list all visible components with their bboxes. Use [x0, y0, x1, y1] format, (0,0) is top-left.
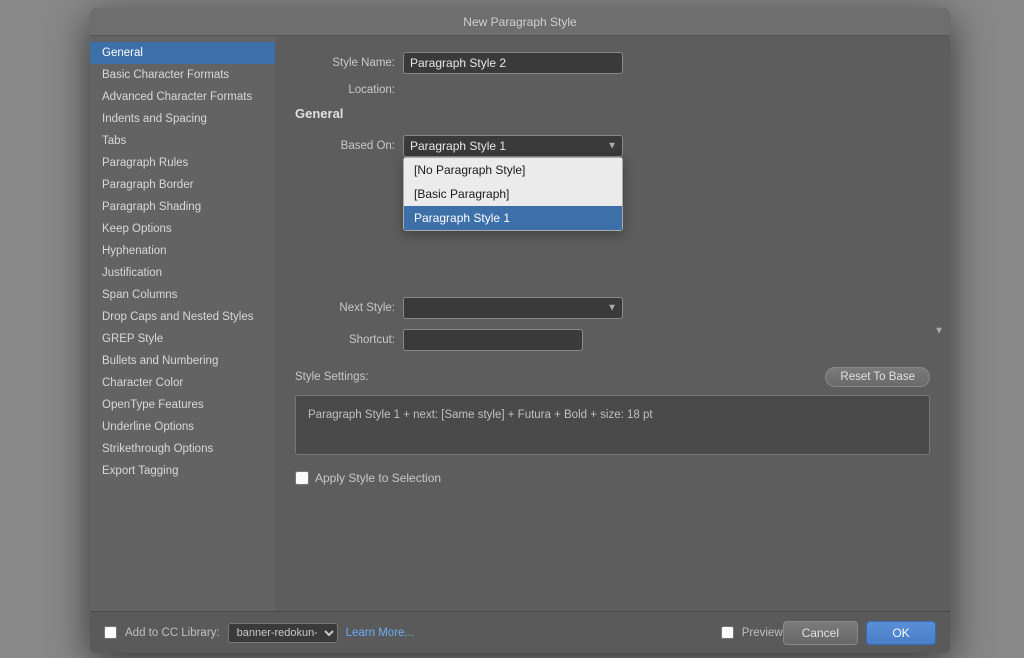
next-style-label: Next Style: [295, 302, 395, 314]
learn-more-link[interactable]: Learn More... [346, 627, 414, 639]
shortcut-row: Shortcut: [295, 329, 930, 351]
general-section-title: General [295, 106, 930, 121]
dropdown-option-no-style[interactable]: [No Paragraph Style] [404, 158, 622, 182]
apply-style-checkbox[interactable] [295, 471, 309, 485]
style-settings-label: Style Settings: [295, 371, 369, 383]
style-settings-header: Style Settings: Reset To Base [295, 367, 930, 387]
style-settings-value: Paragraph Style 1 + next: [Same style] +… [308, 409, 653, 421]
apply-style-label: Apply Style to Selection [315, 471, 441, 485]
sidebar-item-span-columns[interactable]: Span Columns [90, 284, 275, 306]
style-name-row: Style Name: [295, 52, 930, 74]
sidebar-item-para-rules[interactable]: Paragraph Rules [90, 152, 275, 174]
bottom-bar: Add to CC Library: banner-redokun-... ▼ … [90, 611, 950, 653]
location-row: Location: [295, 84, 930, 96]
next-style-dropdown[interactable] [403, 297, 623, 319]
sidebar-item-tabs[interactable]: Tabs [90, 130, 275, 152]
reset-to-base-button[interactable]: Reset To Base [825, 367, 930, 387]
style-settings-box: Paragraph Style 1 + next: [Same style] +… [295, 395, 930, 455]
shortcut-label: Shortcut: [295, 334, 395, 346]
sidebar-item-opentype[interactable]: OpenType Features [90, 394, 275, 416]
sidebar-item-keep-options[interactable]: Keep Options [90, 218, 275, 240]
dialog-title: New Paragraph Style [463, 15, 576, 29]
preview-label: Preview [742, 627, 783, 639]
bottom-right: Cancel OK [783, 621, 936, 645]
sidebar-item-underline[interactable]: Underline Options [90, 416, 275, 438]
style-settings-section: Style Settings: Reset To Base Paragraph … [295, 367, 930, 455]
based-on-dropdown[interactable]: Paragraph Style 1 [403, 135, 623, 157]
based-on-row: Based On: Paragraph Style 1 ▼ [No Paragr… [295, 135, 930, 157]
sidebar-item-export[interactable]: Export Tagging [90, 460, 275, 482]
sidebar-item-para-shading[interactable]: Paragraph Shading [90, 196, 275, 218]
next-style-row: Next Style: ▼ [295, 297, 930, 319]
shortcut-input[interactable] [403, 329, 583, 351]
bottom-left: Add to CC Library: banner-redokun-... ▼ … [104, 623, 721, 643]
library-dropdown[interactable]: banner-redokun-... [228, 623, 338, 643]
sidebar-item-hyphenation[interactable]: Hyphenation [90, 240, 275, 262]
sidebar-item-drop-caps[interactable]: Drop Caps and Nested Styles [90, 306, 275, 328]
add-to-library-checkbox[interactable] [104, 626, 117, 639]
dialog-body: General Basic Character Formats Advanced… [90, 36, 950, 611]
title-bar: New Paragraph Style [90, 8, 950, 36]
dropdown-option-basic[interactable]: [Basic Paragraph] [404, 182, 622, 206]
style-name-input[interactable] [403, 52, 623, 74]
sidebar-item-advanced-char[interactable]: Advanced Character Formats [90, 86, 275, 108]
dropdown-option-style1[interactable]: Paragraph Style 1 [404, 206, 622, 230]
sidebar-item-indents[interactable]: Indents and Spacing [90, 108, 275, 130]
next-style-dropdown-wrapper: ▼ [403, 297, 623, 319]
add-to-library-label: Add to CC Library: [125, 627, 220, 639]
location-label: Location: [295, 84, 395, 96]
ok-button[interactable]: OK [866, 621, 936, 645]
based-on-dropdown-popup: [No Paragraph Style] [Basic Paragraph] P… [403, 157, 623, 231]
new-paragraph-style-dialog: New Paragraph Style General Basic Charac… [90, 8, 950, 653]
sidebar-item-grep[interactable]: GREP Style [90, 328, 275, 350]
sidebar-item-bullets[interactable]: Bullets and Numbering [90, 350, 275, 372]
sidebar-item-basic-char[interactable]: Basic Character Formats [90, 64, 275, 86]
main-panel: Style Name: Location: General Based On: … [275, 36, 950, 611]
apply-style-row: Apply Style to Selection [295, 471, 930, 485]
sidebar-item-para-border[interactable]: Paragraph Border [90, 174, 275, 196]
based-on-label: Based On: [295, 140, 395, 152]
preview-checkbox[interactable] [721, 626, 734, 639]
sidebar: General Basic Character Formats Advanced… [90, 36, 275, 611]
cancel-button[interactable]: Cancel [783, 621, 858, 645]
based-on-value: Paragraph Style 1 [410, 139, 506, 153]
based-on-dropdown-wrapper: Paragraph Style 1 ▼ [No Paragraph Style]… [403, 135, 623, 157]
sidebar-item-char-color[interactable]: Character Color [90, 372, 275, 394]
sidebar-item-general[interactable]: General [90, 42, 275, 64]
sidebar-item-strikethrough[interactable]: Strikethrough Options [90, 438, 275, 460]
style-name-label: Style Name: [295, 57, 395, 69]
sidebar-item-justification[interactable]: Justification [90, 262, 275, 284]
